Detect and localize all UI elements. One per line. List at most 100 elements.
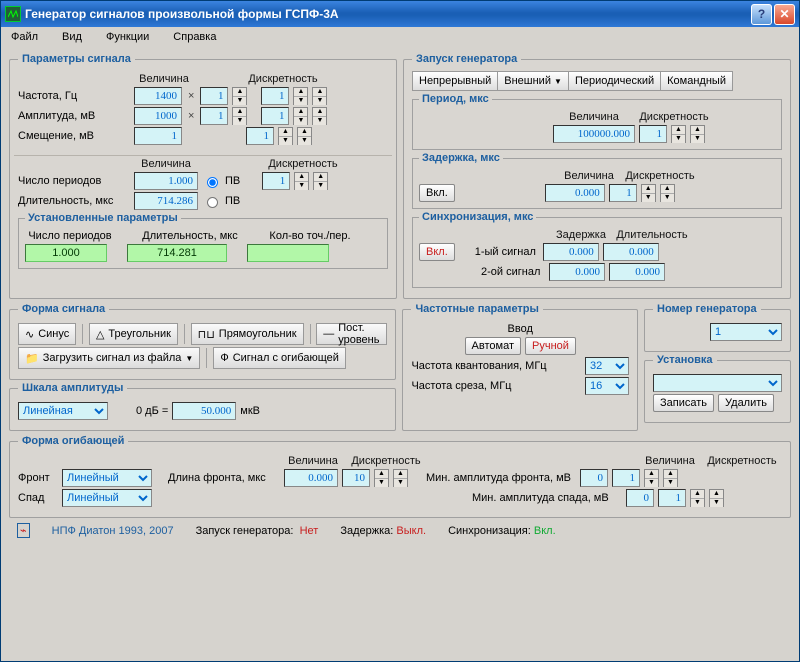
- min-front-stepper[interactable]: ▲▼: [663, 469, 678, 487]
- shape-group: Форма сигнала ∿Синус △Треугольник ⊓⊔Прям…: [9, 303, 396, 380]
- load-signal-button[interactable]: 📁Загрузить сигнал из файла▼: [18, 347, 200, 369]
- delay-title: Задержка, мкс: [419, 152, 503, 164]
- nper-value[interactable]: [134, 172, 198, 190]
- freq-mult[interactable]: [200, 87, 228, 105]
- min-front-value[interactable]: [580, 469, 608, 487]
- gennum-combo[interactable]: 1: [710, 323, 782, 341]
- signal-params-title: Параметры сигнала: [18, 53, 135, 65]
- dur-value[interactable]: [134, 192, 198, 210]
- ampscale-type[interactable]: Линейная: [18, 402, 108, 420]
- freq-stepper[interactable]: ▲▼: [312, 87, 327, 105]
- nper-pv-radio[interactable]: [207, 177, 218, 188]
- shape-triangle-button[interactable]: △Треугольник: [89, 323, 178, 345]
- freq-mult-stepper[interactable]: ▲▼: [232, 87, 247, 105]
- period-stepper[interactable]: ▲▼: [690, 125, 705, 143]
- menu-funcs[interactable]: Функции: [102, 29, 153, 45]
- sync-s1-dur[interactable]: [603, 243, 659, 261]
- offset-disc[interactable]: [246, 127, 274, 145]
- sync-enable-button[interactable]: Вкл.: [419, 243, 455, 261]
- delay-disc[interactable]: [609, 184, 637, 202]
- period-disc[interactable]: [639, 125, 667, 143]
- freqpar-manual-button[interactable]: Ручной: [525, 337, 576, 355]
- front-disc[interactable]: [342, 469, 370, 487]
- min-decay-value[interactable]: [626, 489, 654, 507]
- fq-combo[interactable]: 32: [585, 357, 629, 375]
- freq-disc[interactable]: [261, 87, 289, 105]
- front-len[interactable]: [284, 469, 338, 487]
- help-button[interactable]: ?: [751, 4, 772, 25]
- delay-stepper[interactable]: ▲▼: [660, 184, 675, 202]
- offset-stepper[interactable]: ▲▼: [297, 127, 312, 145]
- col-disc: Дискретность: [244, 73, 322, 85]
- install-write-button[interactable]: Записать: [653, 394, 714, 412]
- min-decay-stepper[interactable]: ▲▼: [709, 489, 724, 507]
- fq-label: Частота квантования, МГц: [411, 360, 581, 372]
- sync-s2-dur[interactable]: [609, 263, 665, 281]
- min-front-disc[interactable]: [612, 469, 640, 487]
- delay-value[interactable]: [545, 184, 605, 202]
- menu-help[interactable]: Справка: [169, 29, 220, 45]
- envelope-icon: Ф: [220, 352, 228, 364]
- freq-label: Частота, Гц: [18, 90, 130, 102]
- sine-icon: ∿: [25, 328, 34, 341]
- tab-continuous[interactable]: Непрерывный: [412, 71, 498, 91]
- install-group: Установка Записать Удалить: [644, 354, 791, 423]
- freq-disc-stepper[interactable]: ▲▼: [293, 87, 308, 105]
- front-len-label: Длина фронта, мкс: [168, 472, 280, 484]
- wave-icon: ⌁: [17, 523, 30, 538]
- offset-disc-stepper[interactable]: ▲▼: [278, 127, 293, 145]
- offset-value[interactable]: [134, 127, 182, 145]
- nper-disc[interactable]: [262, 172, 290, 190]
- gen-tabs: Непрерывный Внешний ▼ Периодический Кома…: [412, 71, 782, 91]
- install-delete-button[interactable]: Удалить: [718, 394, 774, 412]
- envelope-button[interactable]: ФСигнал с огибающей: [213, 347, 346, 369]
- freq-value[interactable]: [134, 87, 182, 105]
- period-disc-stepper[interactable]: ▲▼: [671, 125, 686, 143]
- delay-disc-stepper[interactable]: ▲▼: [641, 184, 656, 202]
- amp-stepper[interactable]: ▲▼: [312, 107, 327, 125]
- install-title: Установка: [653, 354, 717, 366]
- amp-mult[interactable]: [200, 107, 228, 125]
- delay-enable-button[interactable]: Вкл.: [419, 184, 455, 202]
- min-decay-disc-stepper[interactable]: ▲▼: [690, 489, 705, 507]
- amp-value[interactable]: [134, 107, 182, 125]
- sync-s2-delay[interactable]: [549, 263, 605, 281]
- front-stepper[interactable]: ▲▼: [393, 469, 408, 487]
- shape-rect-button[interactable]: ⊓⊔Прямоугольник: [191, 323, 304, 345]
- amp-mult-stepper[interactable]: ▲▼: [232, 107, 247, 125]
- amp-disc-stepper[interactable]: ▲▼: [293, 107, 308, 125]
- tab-command[interactable]: Командный: [661, 71, 733, 91]
- ampscale-db-label: 0 дБ =: [136, 405, 168, 417]
- freqpar-title: Частотные параметры: [411, 303, 542, 315]
- offset-label: Смещение, мВ: [18, 130, 130, 142]
- sync-s1-delay[interactable]: [543, 243, 599, 261]
- shape-sine-button[interactable]: ∿Синус: [18, 323, 76, 345]
- amp-disc[interactable]: [261, 107, 289, 125]
- period-value[interactable]: [553, 125, 635, 143]
- min-decay-disc[interactable]: [658, 489, 686, 507]
- menu-file[interactable]: Файл: [7, 29, 42, 45]
- app-icon: [5, 6, 21, 22]
- fc-combo[interactable]: 16: [585, 377, 629, 395]
- nper-pv-label: ПВ: [225, 175, 240, 187]
- dur-pv-radio[interactable]: [207, 197, 218, 208]
- ampscale-value[interactable]: [172, 402, 236, 420]
- front-disc-stepper[interactable]: ▲▼: [374, 469, 389, 487]
- close-button[interactable]: ✕: [774, 4, 795, 25]
- generator-start-title: Запуск генератора: [412, 53, 521, 65]
- min-front-disc-stepper[interactable]: ▲▼: [644, 469, 659, 487]
- delay-group: Задержка, мкс Величина Дискретность Вкл.…: [412, 152, 782, 209]
- generator-start-group: Запуск генератора Непрерывный Внешний ▼ …: [403, 53, 791, 299]
- set-params-group: Установленные параметры Число периодов Д…: [18, 212, 388, 269]
- shape-dc-button[interactable]: —Пост. уровень: [316, 323, 387, 345]
- tab-external[interactable]: Внешний ▼: [498, 71, 569, 91]
- tab-periodic[interactable]: Периодический: [569, 71, 661, 91]
- install-combo[interactable]: [653, 374, 782, 392]
- decay-type-combo[interactable]: Линейный: [62, 489, 152, 507]
- triangle-icon: △: [96, 328, 104, 341]
- nper-stepper[interactable]: ▲▼: [313, 172, 328, 190]
- menu-view[interactable]: Вид: [58, 29, 86, 45]
- freqpar-auto-button[interactable]: Автомат: [465, 337, 521, 355]
- nper-disc-stepper[interactable]: ▲▼: [294, 172, 309, 190]
- front-type-combo[interactable]: Линейный: [62, 469, 152, 487]
